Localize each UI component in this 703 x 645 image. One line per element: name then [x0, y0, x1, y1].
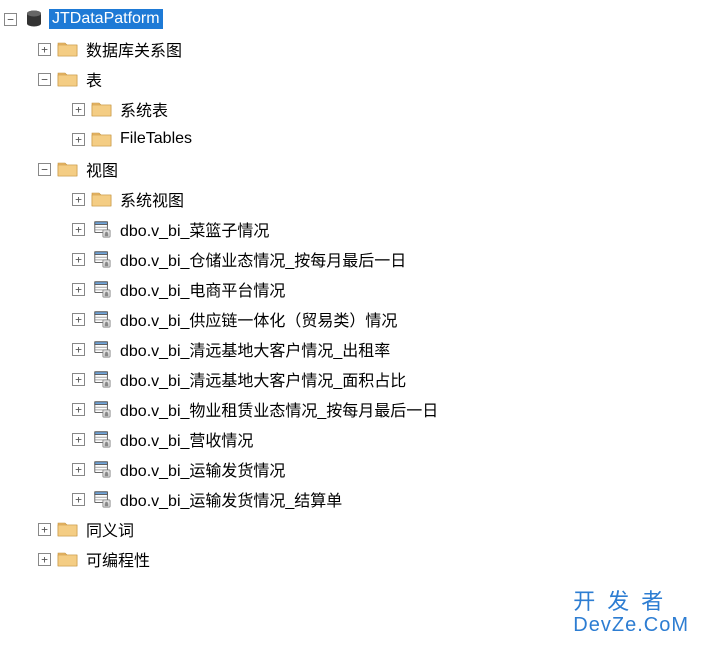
tree-node[interactable]: + 数据库关系图 — [4, 34, 699, 64]
watermark: 开发者 DevZe.CoM — [573, 589, 689, 637]
folder-icon — [57, 159, 79, 179]
folder-icon — [57, 69, 79, 89]
folder-icon — [91, 189, 113, 209]
tree-node[interactable]: + 系统表 — [4, 94, 699, 124]
folder-icon — [57, 549, 79, 569]
tree-node-label[interactable]: FileTables — [117, 129, 195, 149]
tree-node-label[interactable]: JTDataPatform — [49, 9, 163, 29]
tree-node-label[interactable]: 表 — [83, 66, 105, 92]
expand-icon[interactable]: + — [72, 193, 85, 206]
collapse-icon[interactable]: − — [4, 13, 17, 26]
tree-node[interactable]: − 视图 — [4, 154, 699, 184]
watermark-line1: 开发者 — [573, 589, 689, 614]
tree-node[interactable]: + dbo.v_bi_清远基地大客户情况_出租率 — [4, 334, 699, 364]
tree-node-label[interactable]: dbo.v_bi_清远基地大客户情况_出租率 — [117, 336, 393, 362]
tree-node[interactable]: − JTDataPatform — [4, 4, 699, 34]
tree-node-label[interactable]: dbo.v_bi_供应链一体化（贸易类）情况 — [117, 306, 400, 332]
tree-node[interactable]: + dbo.v_bi_物业租赁业态情况_按每月最后一日 — [4, 394, 699, 424]
expand-icon[interactable]: + — [72, 433, 85, 446]
tree-node-label[interactable]: 数据库关系图 — [83, 36, 185, 62]
tree-node[interactable]: + dbo.v_bi_运输发货情况_结算单 — [4, 484, 699, 514]
view-icon — [91, 489, 113, 509]
tree-node-label[interactable]: 可编程性 — [83, 546, 153, 572]
folder-icon — [91, 129, 113, 149]
expand-icon[interactable]: + — [72, 103, 85, 116]
tree-node-label[interactable]: dbo.v_bi_菜篮子情况 — [117, 216, 272, 242]
view-icon — [91, 459, 113, 479]
tree-node-label[interactable]: dbo.v_bi_电商平台情况 — [117, 276, 288, 302]
tree-node[interactable]: + 系统视图 — [4, 184, 699, 214]
tree-node-label[interactable]: 系统表 — [117, 96, 171, 122]
folder-icon — [91, 99, 113, 119]
database-tree[interactable]: −JTDataPatform+数据库关系图−表+系统表+FileTables−视… — [4, 4, 699, 574]
tree-node[interactable]: + dbo.v_bi_菜篮子情况 — [4, 214, 699, 244]
watermark-line2: DevZe.CoM — [573, 614, 689, 637]
expand-icon[interactable]: + — [38, 553, 51, 566]
tree-node-label[interactable]: 系统视图 — [117, 186, 187, 212]
expand-icon[interactable]: + — [72, 283, 85, 296]
expand-icon[interactable]: + — [72, 133, 85, 146]
expand-icon[interactable]: + — [72, 253, 85, 266]
expand-icon[interactable]: + — [72, 493, 85, 506]
tree-node[interactable]: + dbo.v_bi_供应链一体化（贸易类）情况 — [4, 304, 699, 334]
expand-icon[interactable]: + — [72, 313, 85, 326]
tree-node-label[interactable]: dbo.v_bi_清远基地大客户情况_面积占比 — [117, 366, 409, 392]
expand-icon[interactable]: + — [72, 403, 85, 416]
view-icon — [91, 249, 113, 269]
tree-node[interactable]: −表 — [4, 64, 699, 94]
tree-node[interactable]: + 同义词 — [4, 514, 699, 544]
tree-node-label[interactable]: dbo.v_bi_运输发货情况_结算单 — [117, 486, 345, 512]
tree-node-label[interactable]: 同义词 — [83, 516, 137, 542]
view-icon — [91, 219, 113, 239]
expand-icon[interactable]: + — [72, 463, 85, 476]
tree-node[interactable]: + 可编程性 — [4, 544, 699, 574]
tree-node[interactable]: + dbo.v_bi_电商平台情况 — [4, 274, 699, 304]
view-icon — [91, 429, 113, 449]
expand-icon[interactable]: + — [72, 343, 85, 356]
tree-node-label[interactable]: dbo.v_bi_物业租赁业态情况_按每月最后一日 — [117, 396, 441, 422]
tree-node[interactable]: + dbo.v_bi_运输发货情况 — [4, 454, 699, 484]
tree-node[interactable]: + FileTables — [4, 124, 699, 154]
expand-icon[interactable]: + — [38, 43, 51, 56]
folder-icon — [57, 519, 79, 539]
tree-node[interactable]: + dbo.v_bi_仓储业态情况_按每月最后一日 — [4, 244, 699, 274]
tree-node[interactable]: + dbo.v_bi_营收情况 — [4, 424, 699, 454]
collapse-icon[interactable]: − — [38, 73, 51, 86]
collapse-icon[interactable]: − — [38, 163, 51, 176]
view-icon — [91, 399, 113, 419]
tree-node-label[interactable]: dbo.v_bi_运输发货情况 — [117, 456, 288, 482]
tree-node-label[interactable]: dbo.v_bi_营收情况 — [117, 426, 256, 452]
view-icon — [91, 279, 113, 299]
expand-icon[interactable]: + — [72, 223, 85, 236]
view-icon — [91, 339, 113, 359]
expand-icon[interactable]: + — [72, 373, 85, 386]
database-icon — [23, 9, 45, 29]
view-icon — [91, 369, 113, 389]
view-icon — [91, 309, 113, 329]
tree-node-label[interactable]: dbo.v_bi_仓储业态情况_按每月最后一日 — [117, 246, 409, 272]
folder-icon — [57, 39, 79, 59]
tree-node[interactable]: + dbo.v_bi_清远基地大客户情况_面积占比 — [4, 364, 699, 394]
tree-node-label[interactable]: 视图 — [83, 156, 121, 182]
expand-icon[interactable]: + — [38, 523, 51, 536]
